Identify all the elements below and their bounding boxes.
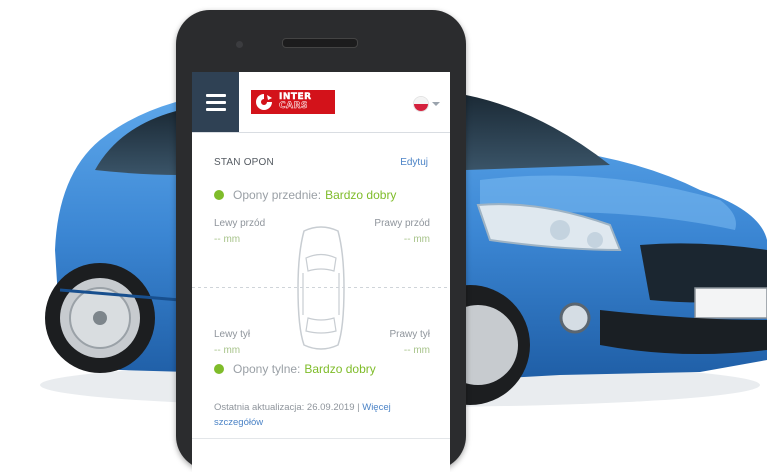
status-dot-icon	[214, 190, 224, 200]
hamburger-icon-line	[205, 100, 226, 104]
front-right-label: Prawy przód	[374, 218, 430, 229]
app-screen: INTER CARS STAN OPON Edytuj Opony przedn…	[192, 72, 450, 472]
front-tyres-status: Opony przednie: Bardzo dobry	[214, 188, 396, 202]
intercars-logo[interactable]: INTER CARS	[251, 90, 335, 114]
car-top-view-icon	[297, 226, 345, 350]
phone-device: INTER CARS STAN OPON Edytuj Opony przedn…	[176, 10, 466, 472]
hamburger-icon-line	[205, 107, 226, 111]
rear-left-label: Lewy tył	[214, 329, 251, 340]
hamburger-icon	[205, 93, 226, 97]
status-dot-icon	[214, 364, 224, 374]
dashed-divider	[192, 287, 450, 288]
rear-right-value: -- mm	[403, 345, 430, 356]
front-tyres-value: Bardzo dobry	[325, 188, 397, 202]
intercars-logo-icon	[253, 91, 275, 113]
phone-camera	[236, 41, 243, 48]
language-selector[interactable]	[414, 97, 440, 111]
chevron-down-icon	[432, 102, 440, 106]
last-update-label: Ostatnia aktualizacja: 26.09.2019 |	[214, 402, 360, 413]
rear-tyres-status: Opony tylne: Bardzo dobry	[214, 362, 376, 376]
section-title: STAN OPON	[214, 157, 274, 168]
front-right-value: -- mm	[403, 234, 430, 245]
footer-divider	[192, 438, 450, 439]
rear-right-label: Prawy tył	[389, 329, 430, 340]
rear-left-value: -- mm	[214, 345, 241, 356]
front-tyres-label: Opony przednie:	[233, 188, 322, 202]
front-left-label: Lewy przód	[214, 218, 266, 229]
front-left-value: -- mm	[214, 234, 241, 245]
last-update-text: Ostatnia aktualizacja: 26.09.2019 | Więc…	[214, 400, 434, 430]
edit-link[interactable]: Edytuj	[400, 157, 428, 168]
rear-tyres-label: Opony tylne:	[233, 362, 301, 376]
hamburger-menu-button[interactable]	[192, 72, 239, 132]
poland-flag-icon	[414, 97, 428, 111]
rear-tyres-value: Bardzo dobry	[304, 362, 376, 376]
phone-speaker	[282, 38, 358, 48]
app-header: INTER CARS	[192, 72, 450, 133]
logo-text-cars: CARS	[279, 101, 308, 111]
